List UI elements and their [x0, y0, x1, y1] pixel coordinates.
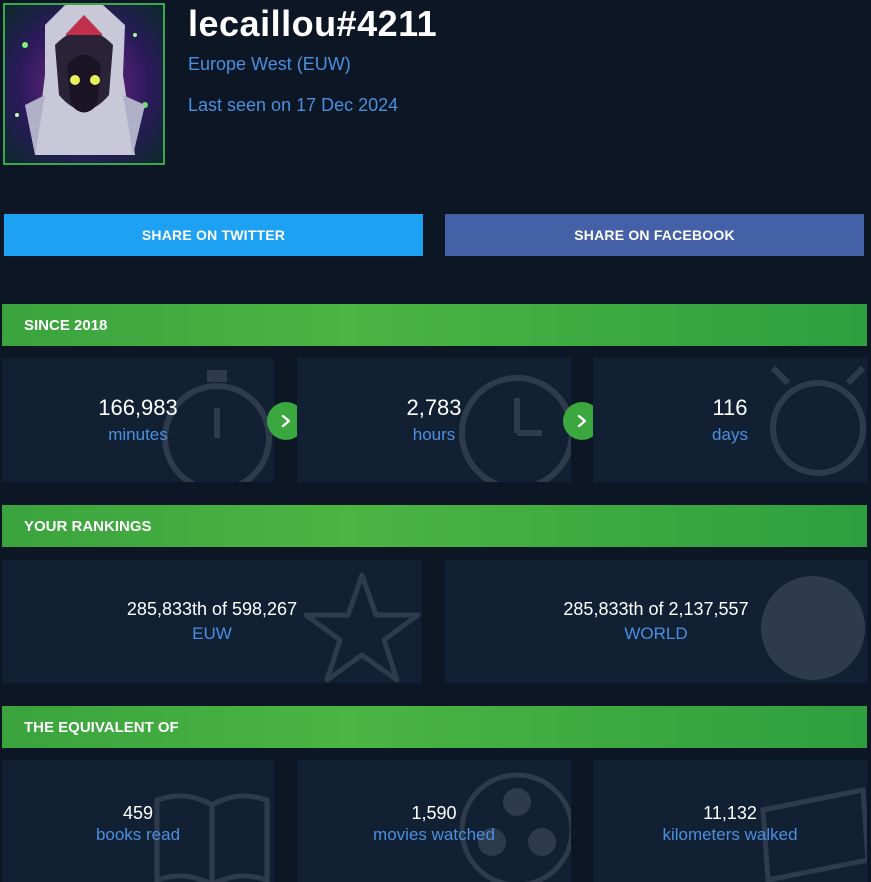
- km-card: 11,132 kilometers walked: [593, 760, 867, 882]
- profile-header: lecaillou#4211 Europe West (EUW) Last se…: [0, 0, 871, 180]
- world-ranking-label: WORLD: [624, 624, 688, 643]
- section-since-title: SINCE 2018: [24, 316, 108, 334]
- hours-value: 2,783: [406, 394, 462, 420]
- section-equivalent: THE EQUIVALENT OF: [2, 706, 867, 748]
- books-card: 459 books read: [2, 760, 274, 882]
- section-rankings-title: YOUR RANKINGS: [24, 517, 152, 535]
- player-region: Europe West (EUW): [188, 54, 351, 74]
- region-ranking-card: 285,833th of 598,267 EUW: [2, 560, 422, 683]
- minutes-value: 166,983: [98, 394, 178, 420]
- minutes-card: 166,983 minutes: [2, 358, 274, 482]
- star-icon: [303, 572, 421, 683]
- hours-card: 2,783 hours: [297, 358, 571, 482]
- world-ranking-card: 285,833th of 2,137,557 WORLD: [445, 560, 867, 683]
- last-seen: Last seen on 17 Dec 2024: [188, 95, 399, 115]
- sun-icon: [770, 365, 866, 476]
- movies-label: movies watched: [373, 825, 495, 844]
- share-facebook-button[interactable]: SHARE ON FACEBOOK: [445, 214, 864, 256]
- stopwatch-icon: [162, 370, 272, 482]
- hours-unit: hours: [412, 424, 456, 444]
- section-rankings: YOUR RANKINGS: [2, 505, 867, 547]
- player-name: lecaillou#4211: [188, 3, 438, 44]
- movies-card: 1,590 movies watched: [297, 760, 571, 882]
- champion-avatar: [3, 3, 165, 165]
- world-ranking-value: 285,833th of 2,137,557: [563, 599, 749, 619]
- region-ranking-value: 285,833th of 598,267: [126, 599, 298, 619]
- days-unit: days: [712, 424, 748, 444]
- km-label: kilometers walked: [662, 825, 798, 844]
- books-value: 459: [122, 803, 154, 823]
- region-ranking-label: EUW: [192, 624, 232, 643]
- section-equivalent-title: THE EQUIVALENT OF: [24, 718, 179, 736]
- days-value: 116: [712, 394, 748, 420]
- movies-value: 1,590: [411, 803, 457, 823]
- books-label: books read: [95, 825, 181, 844]
- share-twitter-button[interactable]: SHARE ON TWITTER: [4, 214, 423, 256]
- section-since: SINCE 2018: [2, 304, 867, 346]
- globe-icon: [761, 576, 865, 680]
- days-card: 116 days: [593, 358, 867, 482]
- clock-icon: [459, 375, 571, 482]
- km-value: 11,132: [703, 803, 757, 823]
- minutes-unit: minutes: [108, 424, 168, 444]
